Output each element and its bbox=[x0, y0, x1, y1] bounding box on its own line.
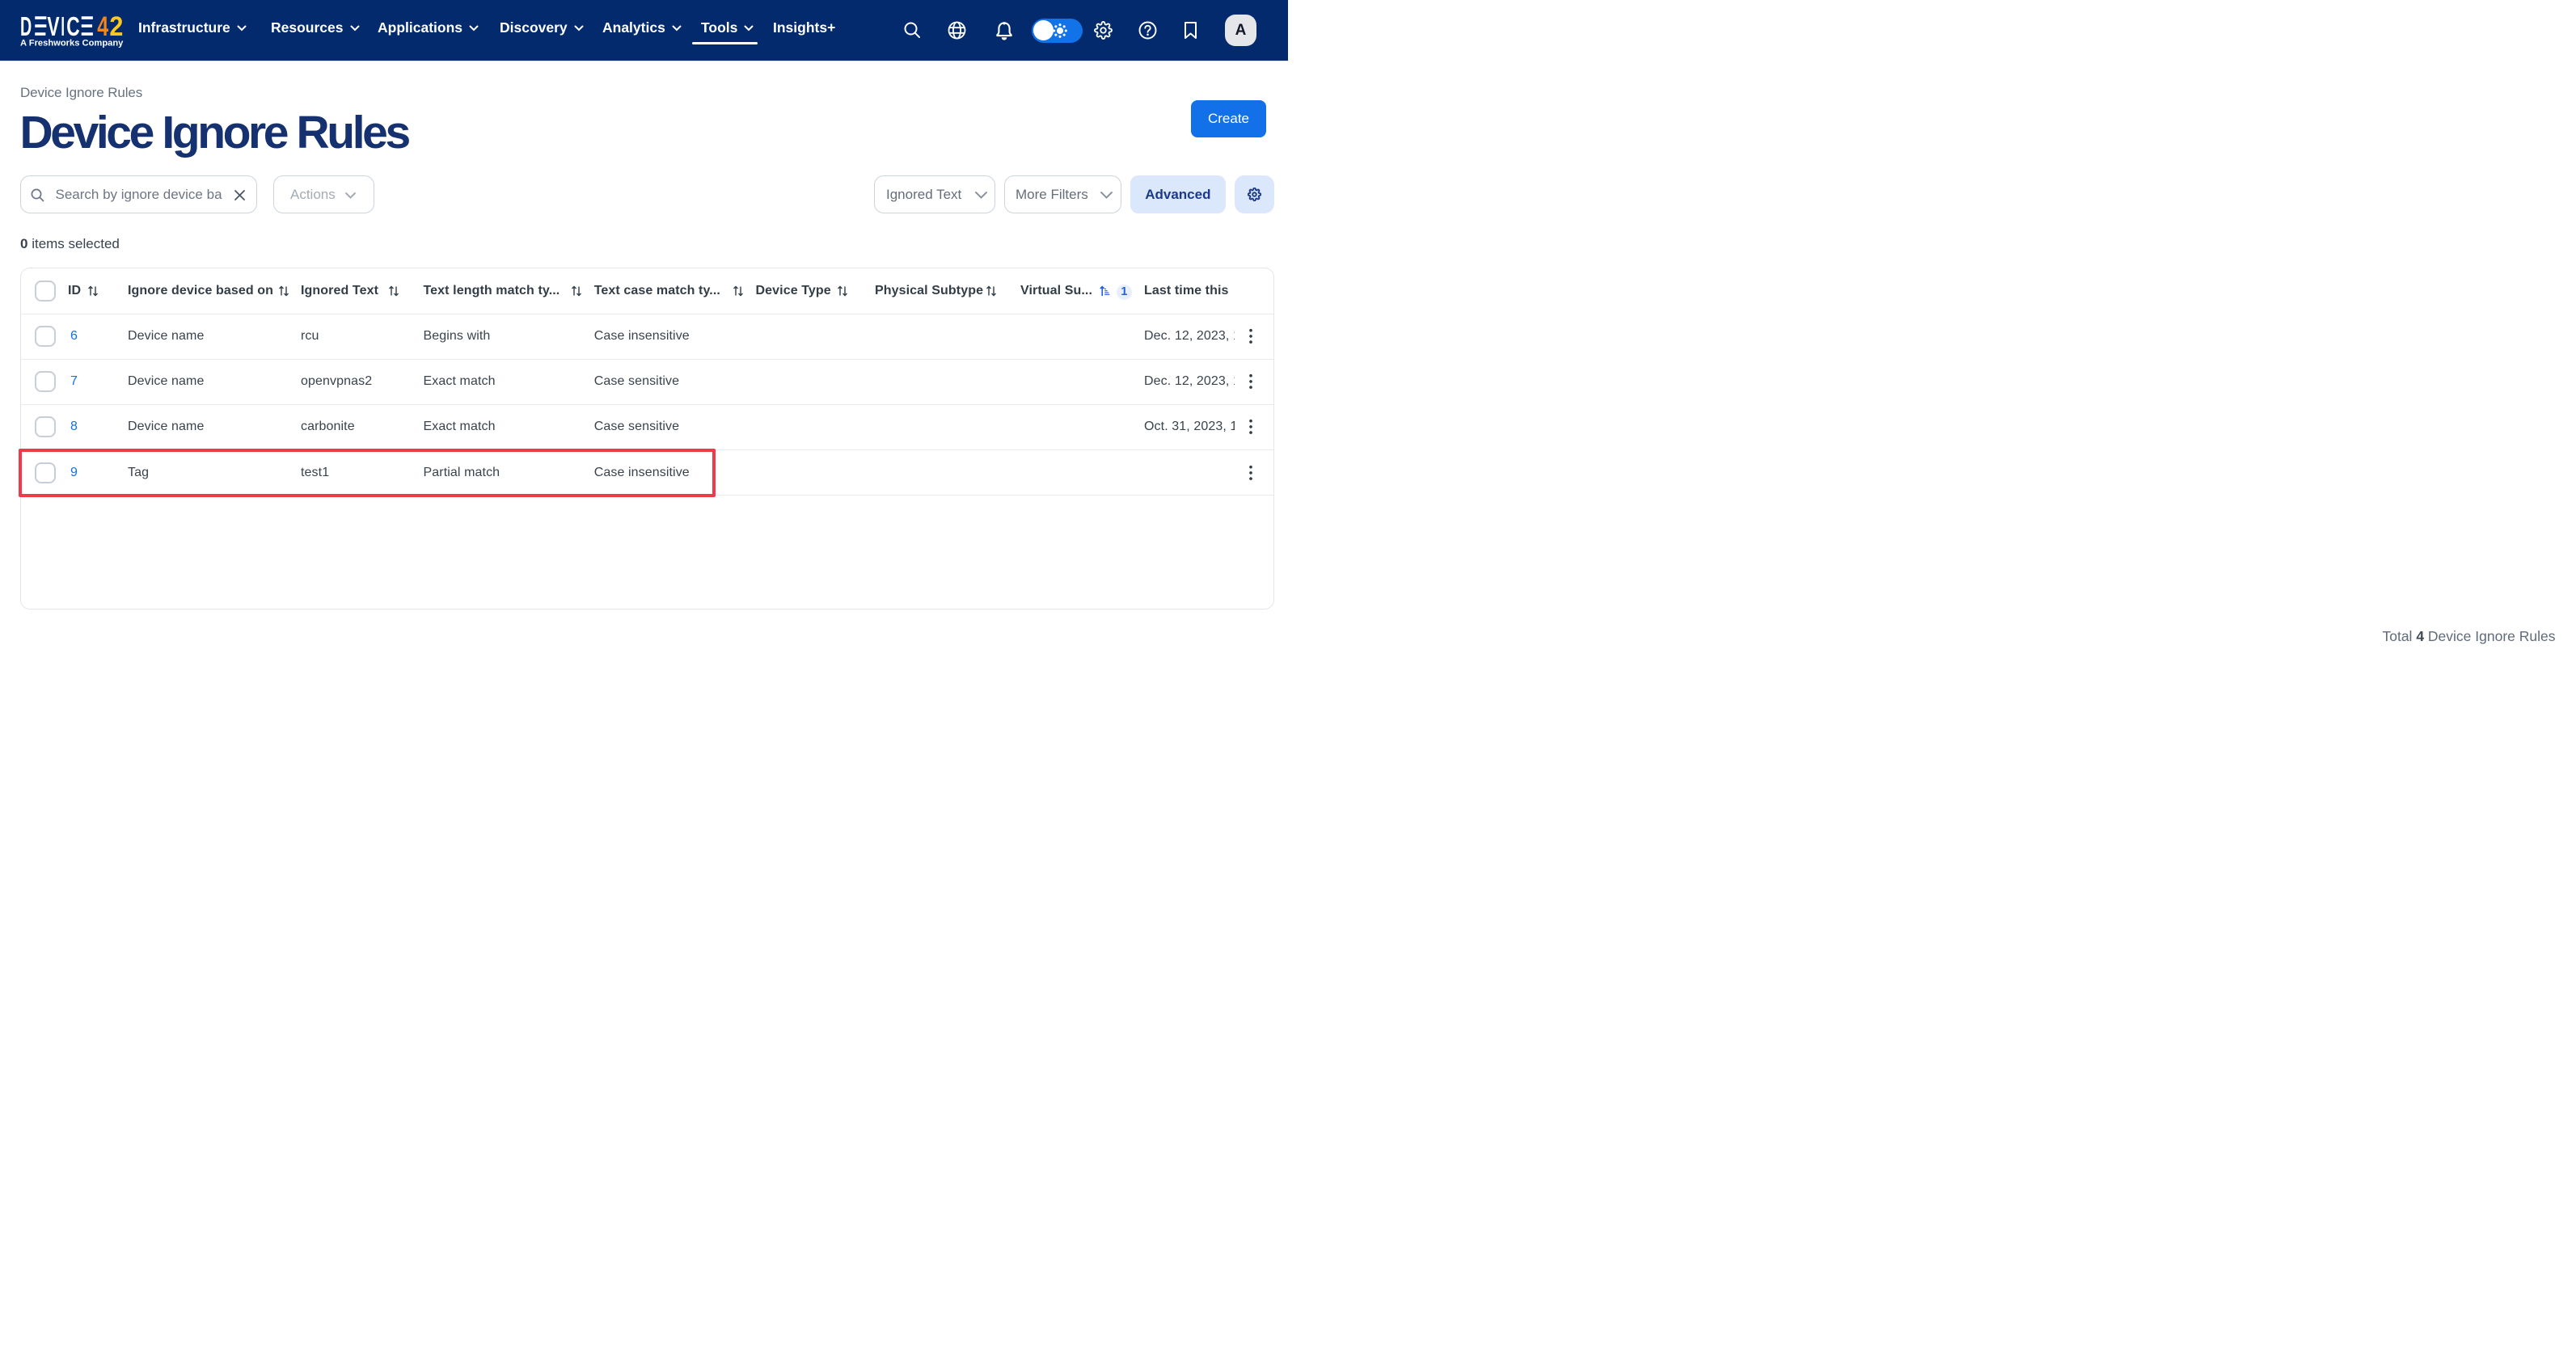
svg-text:A Freshworks Company: A Freshworks Company bbox=[20, 39, 124, 49]
